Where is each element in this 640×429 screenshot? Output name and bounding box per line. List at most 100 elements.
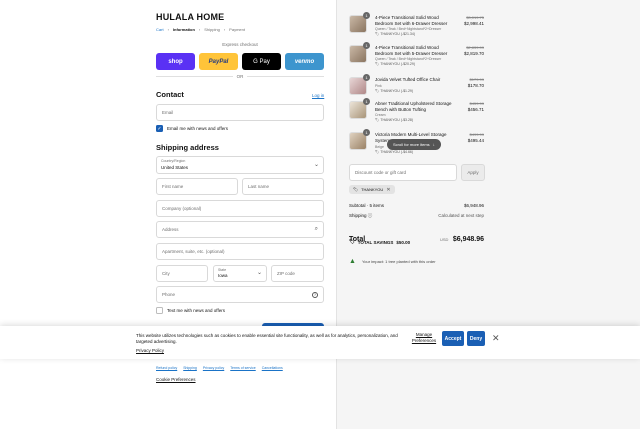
company-field[interactable]: Company (optional) [156,200,324,217]
product-name: 4-Piece Transitional Solid Wood Bedroom … [375,45,448,56]
sale-price: $2,819.70 [463,51,484,56]
savings-value: $50.00 [396,239,411,245]
total-amount: USD $6,948.96 [440,228,484,246]
breadcrumb-shipping: Shipping [204,27,220,32]
chevron-down-icon: ⌄ [313,162,319,168]
state-select[interactable]: State Iowa ⌄ [213,265,267,282]
first-name-field[interactable]: First name [156,178,238,195]
text-offers-row: Text me with news and offers [156,307,225,314]
quantity-badge: 1 [363,12,370,19]
deny-button[interactable]: Deny [467,331,485,346]
last-name-field[interactable]: Last name [242,178,324,195]
apartment-field[interactable]: Apartment, suite, etc. (optional) [156,243,324,260]
product-discount: 🏷 THANKYOU (-$21.34) [375,32,415,36]
breadcrumb-separator: › [167,27,169,32]
cancellations-link[interactable]: Cancellations [262,366,283,370]
email-field[interactable]: Email [156,104,324,121]
chevron-down-icon: ⌄ [256,270,262,276]
shipping-heading: Shipping address [156,143,219,152]
quantity-badge: 1 [363,74,370,81]
discount-text: THANKYOU (-$4.66) [380,150,414,154]
shop-pay-button[interactable]: shop [156,53,195,70]
remove-discount-icon[interactable]: ✕ [386,187,390,193]
breadcrumb-payment: Payment [229,27,245,32]
product-discount: 🏷 THANKYOU (-$20.29) [375,62,415,66]
discount-code-input[interactable]: Discount code or gift card [349,164,457,181]
address-placeholder: Address [162,227,179,232]
help-icon[interactable]: ? [312,291,318,298]
city-field[interactable]: City [156,265,208,282]
cart-item: 1 Jovida Velvet Tufted Office Chair Pink… [349,74,484,102]
apply-button[interactable]: Apply [461,164,485,181]
product-variant: Beige [375,145,384,149]
express-checkout-label: Express checkout [222,42,258,47]
product-variant: Pink [375,84,382,88]
google-pay-button[interactable]: G Pay [242,53,281,70]
search-icon: ⌕ [314,226,318,232]
address-field[interactable]: Address ⌕ [156,221,324,238]
scroll-hint-text: Scroll for more items [393,142,430,147]
or-label: OR [236,74,244,79]
info-icon[interactable]: ⓘ [368,213,373,218]
applied-discount-tag: 🏷 THANKYOU ✕ [349,185,395,194]
discount-text: THANKYOU (-$20.29) [380,62,415,66]
shipping-label-group: Shipping ⓘ [349,213,372,219]
breadcrumb-separator: › [198,27,201,32]
text-offers-label: Text me with news and offers [167,308,225,313]
sale-price: $178.70 [467,83,484,88]
email-offers-row: ✓ Email me with news and offers [156,125,228,132]
login-link[interactable]: Log in [312,93,324,98]
phone-field[interactable]: Phone ? [156,286,324,303]
breadcrumb-cart[interactable]: Cart [156,27,164,32]
text-offers-checkbox[interactable] [156,307,163,314]
footer-links: Refund policy Shipping Privacy policy Te… [156,366,283,370]
discount-text: THANKYOU (-$3.28) [380,118,414,122]
quantity-badge: 1 [363,98,370,105]
subtotal-label: Subtotal · 5 items [349,203,385,208]
tag-icon: 🏷 [353,187,359,192]
paypal-button[interactable]: PayPal [199,53,238,70]
or-divider: OR [156,74,324,79]
shipping-link[interactable]: Shipping [183,366,197,370]
accept-button[interactable]: Accept [442,331,464,346]
divider-line [247,76,324,77]
email-offers-checkbox[interactable]: ✓ [156,125,163,132]
cart-item: 1 4-Piece Transitional Solid Wood Bedroo… [349,42,484,70]
product-name: Jovida Velvet Tufted Office Chair [375,77,441,82]
quantity-badge: 1 [363,42,370,49]
quantity-badge: 1 [363,129,370,136]
product-variant: Cream [375,113,386,117]
terms-link[interactable]: Terms of service [230,366,255,370]
product-prices: $459.99 $456.71 [468,101,484,113]
shipping-value: Calculated at next step [438,213,484,218]
product-prices: $2,839.99 $2,819.70 [464,45,484,57]
venmo-button[interactable]: venmo [285,53,324,70]
product-prices: $179.99 $178.70 [468,77,484,89]
store-logo[interactable]: HULALA HOME [156,12,224,22]
shipping-row: Shipping ⓘ Calculated at next step [349,213,484,219]
impact-note: ▲ Your impact: 1 tree planted with this … [349,258,484,265]
country-select[interactable]: Country/Region United States ⌄ [156,156,324,174]
privacy-policy-link[interactable]: Privacy policy [203,366,224,370]
savings-label: TOTAL SAVINGS [357,239,394,245]
manage-preferences-link[interactable]: Manage Preferences [409,332,439,344]
discount-code-text: THANKYOU [361,187,384,192]
product-discount: 🏷 THANKYOU (-$4.66) [375,150,414,154]
total-value: $6,948.96 [452,236,484,243]
product-prices: $3,019.75 $2,998.41 [464,15,484,27]
zip-field[interactable]: ZIP code [271,265,324,282]
shipping-label: Shipping [349,213,367,218]
email-offers-label: Email me with news and offers [167,126,228,131]
tag-icon: 🏷 [349,239,355,244]
product-discount: 🏷 THANKYOU (-$3.28) [375,118,414,122]
contact-heading: Contact [156,90,184,99]
country-value: United States [161,165,189,170]
cookie-preferences-link[interactable]: Cookie Preferences [156,377,196,382]
product-name: Abner Traditional Upholstered Storage Be… [375,101,452,112]
product-name: 4-Piece Transitional Solid Wood Bedroom … [375,15,448,26]
scroll-more-pill[interactable]: Scroll for more items ↓ [387,139,441,150]
privacy-policy-link[interactable]: Privacy Policy [136,348,164,353]
close-icon[interactable]: ✕ [492,333,500,344]
refund-policy-link[interactable]: Refund policy [156,366,177,370]
breadcrumb-information: Information [172,27,195,32]
